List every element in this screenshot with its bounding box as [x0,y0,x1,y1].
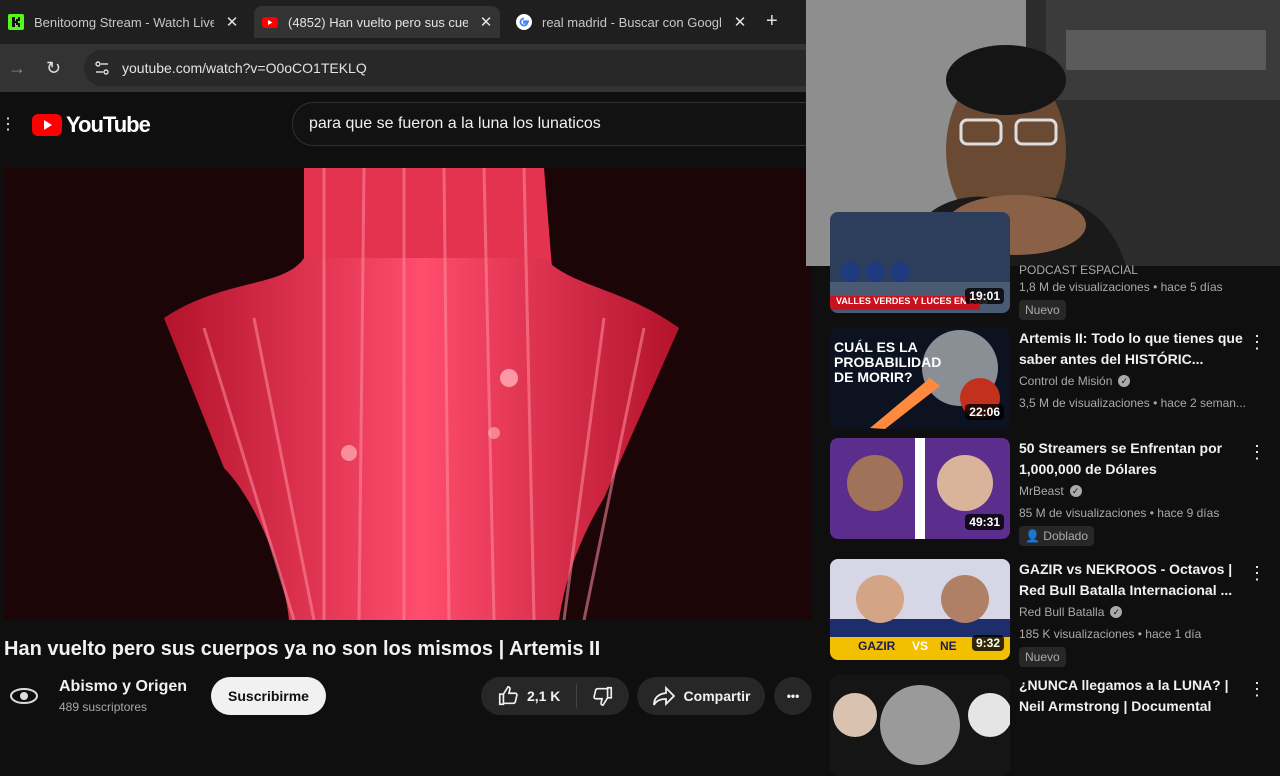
like-button[interactable]: 2,1 K [481,684,578,708]
youtube-logo[interactable]: YouTube [32,112,151,138]
menu-icon[interactable]: ⋮ [0,114,16,134]
share-button[interactable]: Compartir [637,677,765,715]
close-tab-icon[interactable]: ✕ [476,13,496,31]
video-title[interactable]: 50 Streamers se Enfrentan por 1,000,000 … [1019,438,1244,480]
thumbs-up-icon [498,686,518,706]
video-title[interactable]: ¿NUNCA llegamos a la LUNA? | Neil Armstr… [1019,675,1244,717]
video-duration: 49:31 [965,514,1004,530]
new-tab-button[interactable]: + [766,10,778,33]
tab-title: Benitoomg Stream - Watch Live [34,14,214,30]
video-title[interactable]: Artemis II: Todo lo que tienes que saber… [1019,328,1244,370]
close-tab-icon[interactable]: ✕ [730,13,750,31]
close-tab-icon[interactable]: ✕ [222,13,242,31]
subscriber-count: 489 suscriptores [59,700,148,714]
list-item[interactable]: GAZIR VS NE 9:32 GAZIR vs NEKROOS - Octa… [830,559,1280,669]
video-duration: 22:06 [965,404,1004,420]
more-options-icon[interactable]: ⋮ [1248,679,1266,700]
channel-name: Red Bull Batalla [1019,605,1105,619]
tab-youtube[interactable]: (4852) Han vuelto pero sus cuerpos ✕ [254,6,500,38]
channel-line[interactable]: Control de Misión ✓ [1019,374,1131,388]
youtube-wordmark: YouTube [66,112,151,137]
tab-kick[interactable]: Benitoomg Stream - Watch Live ✕ [0,6,242,38]
new-badge: Nuevo [1019,647,1066,667]
thumbnail-caption: NE [940,639,957,653]
more-options-icon[interactable]: ⋮ [1248,442,1266,463]
youtube-favicon-icon [262,17,278,28]
list-item[interactable]: VALLES VERDES Y LUCES EN LOS 19:01 PODCA… [830,212,1280,322]
verified-icon: ✓ [1069,485,1082,497]
video-title: Han vuelto pero sus cuerpos ya no son lo… [4,638,601,660]
google-favicon-icon [516,14,532,30]
thumbnail-caption: CUÁL ES LA PROBABILIDAD DE MORIR? [834,339,942,385]
more-actions-button[interactable]: ••• [774,677,812,715]
channel-name: Control de Misión [1019,374,1113,388]
badge-label: Doblado [1043,529,1088,543]
kick-favicon-icon [8,14,24,30]
address-bar-row: → ↻ youtube.com/watch?v=O0oCO1TEKLQ [0,44,824,92]
like-count: 2,1 K [526,688,561,704]
video-player[interactable] [4,168,812,620]
dislike-button[interactable] [577,685,629,707]
more-options-icon[interactable]: ⋮ [1248,332,1266,353]
channel-avatar[interactable] [8,680,40,712]
search-query: para que se fueron a la luna los lunatic… [309,115,601,132]
share-label: Compartir [683,688,751,704]
new-badge: Nuevo [1019,300,1066,320]
reload-icon[interactable]: ↻ [46,58,61,79]
like-dislike-group: 2,1 K [481,677,629,715]
video-duration: 19:01 [965,288,1004,304]
url-text: youtube.com/watch?v=O0oCO1TEKLQ [122,60,367,76]
verified-icon: ✓ [1110,606,1123,618]
thumbnail-caption: VS [912,639,929,653]
video-meta: 185 K visualizaciones • hace 1 día [1019,627,1202,641]
search-input[interactable]: para que se fueron a la luna los lunatic… [292,102,834,146]
site-settings-icon[interactable] [94,60,110,76]
tab-title: real madrid - Buscar con Google [542,14,722,30]
youtube-header: ⋮ YouTube para que se fueron a la luna l… [0,92,834,162]
subscribe-button[interactable]: Suscribirme [211,677,326,715]
channel-name: MrBeast [1019,484,1064,498]
forward-arrow-icon[interactable]: → [8,58,26,79]
list-item[interactable]: ¿NUNCA llegamos a la LUNA? | Neil Armstr… [830,675,1280,776]
video-frame-image [4,168,812,620]
video-thumbnail [830,675,1010,776]
browser-tab-bar: Benitoomg Stream - Watch Live ✕ (4852) H… [0,0,806,44]
tab-google[interactable]: real madrid - Buscar con Google ✕ [508,6,750,38]
tab-title: (4852) Han vuelto pero sus cuerpos [288,14,468,30]
video-meta: 85 M de visualizaciones • hace 9 días [1019,506,1220,520]
video-title: PODCAST ESPACIAL [1019,263,1138,274]
channel-line[interactable]: Red Bull Batalla ✓ [1019,605,1123,619]
thumbs-down-icon [593,686,613,706]
video-meta: 3,5 M de visualizaciones • hace 2 seman.… [1019,396,1246,410]
more-options-icon[interactable]: ⋮ [1248,563,1266,584]
dubbed-badge: 👤 Doblado [1019,526,1094,546]
video-duration: 9:32 [971,635,1004,651]
youtube-play-icon [32,114,62,136]
list-item[interactable]: CUÁL ES LA PROBABILIDAD DE MORIR? 22:06 … [830,328,1280,438]
omnibox[interactable]: youtube.com/watch?v=O0oCO1TEKLQ [84,50,824,86]
channel-line[interactable]: MrBeast ✓ [1019,484,1082,498]
share-icon [652,685,675,707]
channel-name[interactable]: Abismo y Origen [59,678,187,696]
list-item[interactable]: 49:31 50 Streamers se Enfrentan por 1,00… [830,438,1280,548]
video-title[interactable]: GAZIR vs NEKROOS - Octavos | Red Bull Ba… [1019,559,1244,601]
verified-icon: ✓ [1118,375,1131,387]
dubbed-icon: 👤 [1025,529,1040,543]
thumbnail-caption: GAZIR [858,639,896,653]
video-meta: 1,8 M de visualizaciones • hace 5 días [1019,280,1223,294]
